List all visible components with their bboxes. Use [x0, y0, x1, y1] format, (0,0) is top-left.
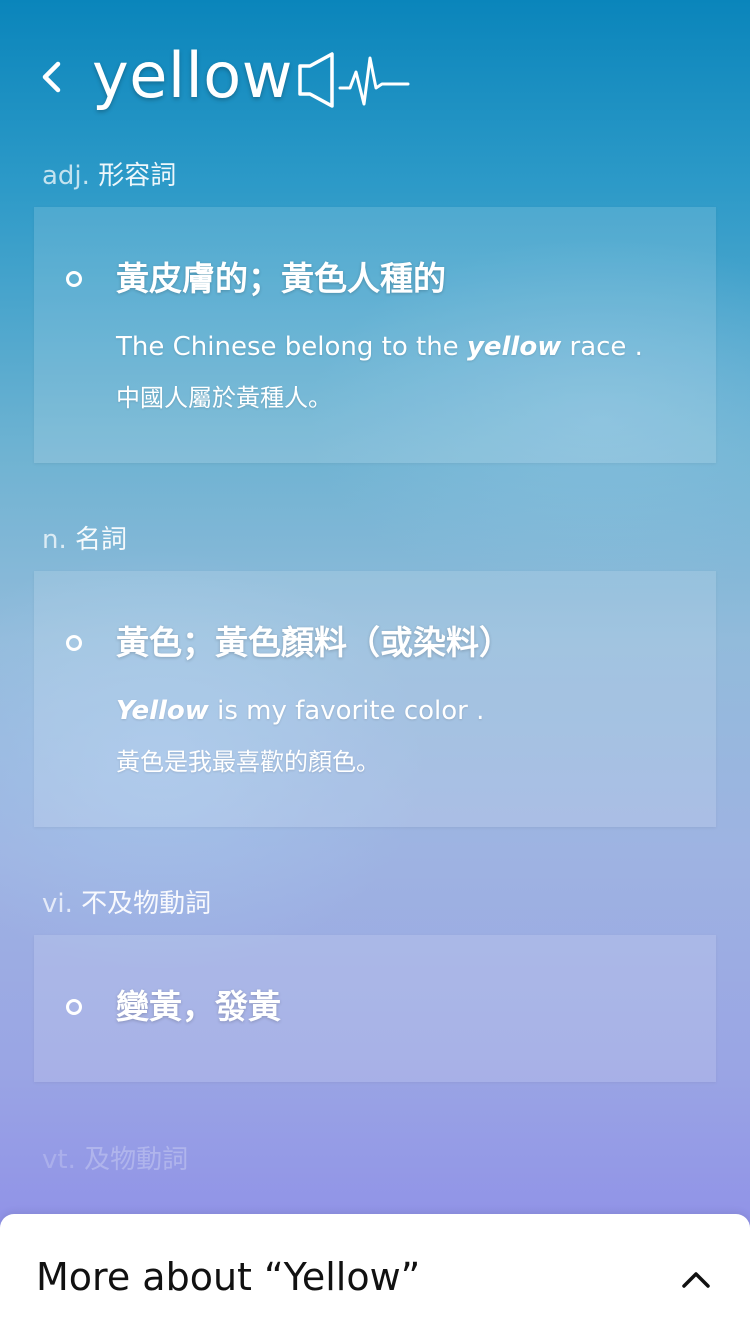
pos-abbreviation: vi.	[42, 889, 73, 919]
word-title: yellow	[92, 39, 293, 112]
pos-name: 及物動詞	[84, 1145, 189, 1175]
definition-sense: 黃色；黃色顏料（或染料）	[116, 623, 512, 662]
definition-card-noun: 黃色；黃色顏料（或染料） Yellow is my favorite color…	[34, 571, 716, 827]
speaker-waveform-icon	[298, 52, 410, 108]
pos-label-intransitive-verb: vi. 不及物動詞	[42, 886, 211, 922]
example-text: is my favorite color .	[208, 696, 485, 726]
example-headword: Yellow	[116, 696, 209, 726]
pos-abbreviation: adj.	[42, 161, 90, 191]
more-about-title: More about “Yellow”	[36, 1255, 421, 1299]
pos-label-transitive-verb: vt. 及物動詞	[42, 1142, 188, 1178]
chevron-up-icon	[682, 1272, 710, 1288]
pos-name: 名詞	[75, 525, 128, 555]
definition-sense: 變黃，發黃	[116, 987, 281, 1026]
pronunciation-button[interactable]	[296, 50, 414, 110]
pos-abbreviation: n.	[42, 525, 67, 555]
bullet-circle-icon	[66, 635, 82, 651]
bullet-circle-icon	[66, 271, 82, 287]
pos-name: 形容詞	[98, 161, 177, 191]
pos-label-noun: n. 名詞	[42, 522, 127, 558]
more-about-sheet[interactable]: More about “Yellow”	[0, 1214, 750, 1334]
bullet-circle-icon	[66, 999, 82, 1015]
back-button[interactable]	[34, 52, 74, 102]
pos-name: 不及物動詞	[81, 889, 212, 919]
example-sentence-en: The Chinese belong to the yellow race .	[116, 329, 643, 365]
chevron-left-icon	[42, 61, 61, 93]
pos-abbreviation: vt.	[42, 1145, 76, 1175]
definition-card-intransitive-verb: 變黃，發黃	[34, 935, 716, 1082]
expand-sheet-button[interactable]	[672, 1258, 720, 1298]
example-sentence-zh: 黃色是我最喜歡的顏色。	[116, 748, 380, 776]
example-text: The Chinese belong to the	[116, 332, 467, 362]
example-sentence-zh: 中國人屬於黃種人。	[116, 384, 332, 412]
pos-label-adjective: adj. 形容詞	[42, 158, 176, 194]
header: yellow	[0, 30, 750, 130]
example-headword: yellow	[466, 332, 562, 362]
example-sentence-en: Yellow is my favorite color .	[116, 693, 484, 729]
definition-card-adjective: 黃皮膚的；黃色人種的 The Chinese belong to the yel…	[34, 207, 716, 463]
example-text: race .	[561, 332, 643, 362]
definition-sense: 黃皮膚的；黃色人種的	[116, 259, 446, 298]
